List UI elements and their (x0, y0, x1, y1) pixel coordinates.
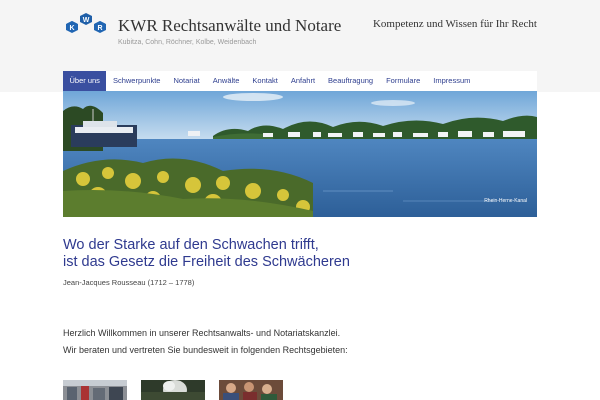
quote-author: Jean-Jacques Rousseau (1712 – 1778) (63, 278, 195, 287)
kwr-logo[interactable]: K W R (63, 13, 109, 41)
logo-letter-r: R (97, 25, 102, 32)
quote: Wo der Starke auf den Schwachen trifft, … (63, 237, 350, 271)
site-title[interactable]: KWR Rechtsanwälte und Notare (118, 16, 341, 36)
nav-item-notariat[interactable]: Notariat (167, 71, 206, 91)
nav-item-ueber-uns[interactable]: Über uns (63, 71, 107, 91)
site-tagline: Kompetenz und Wissen für Ihr Recht (372, 18, 537, 30)
nav-item-schwerpunkte[interactable]: Schwerpunkte (106, 71, 167, 91)
logo-letter-w: W (83, 17, 90, 24)
nav-item-impressum[interactable]: Impressum (427, 71, 477, 91)
services-intro: Wir beraten und vertreten Sie bundesweit… (63, 345, 348, 355)
logo-letter-k: K (69, 25, 74, 32)
welcome-text: Herzlich Willkommen in unserer Rechtsanw… (63, 328, 341, 338)
banner-image: Rhein-Herne-Kanal (63, 91, 537, 217)
nav-item-formulare[interactable]: Formulare (380, 71, 427, 91)
site-subtitle: Kubitza, Cohn, Röchner, Kolbe, Weidenbac… (118, 39, 257, 46)
nav-item-beauftragung[interactable]: Beauftragung (322, 71, 380, 91)
service-thumbnail-1[interactable] (63, 380, 127, 400)
quote-line-2: ist das Gesetz die Freiheit des Schwäche… (63, 254, 350, 270)
service-thumbnail-3[interactable] (219, 380, 283, 400)
quote-line-1: Wo der Starke auf den Schwachen trifft, (63, 237, 319, 253)
nav-item-anwaelte[interactable]: Anwälte (206, 71, 246, 91)
main-navigation: Über uns Schwerpunkte Notariat Anwälte K… (63, 71, 537, 91)
banner-caption: Rhein-Herne-Kanal (484, 198, 527, 204)
nav-item-kontakt[interactable]: Kontakt (246, 71, 284, 91)
nav-item-anfahrt[interactable]: Anfahrt (284, 71, 321, 91)
service-thumbnail-2[interactable] (141, 380, 205, 400)
